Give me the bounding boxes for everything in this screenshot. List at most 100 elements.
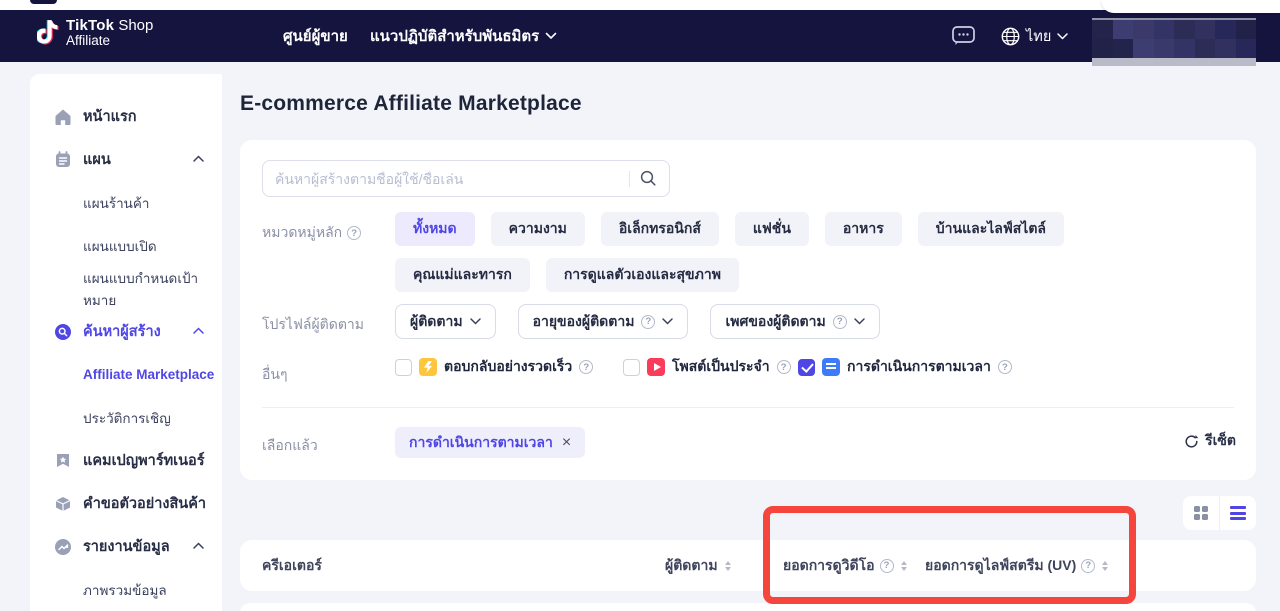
tiktok-shop-affiliate-logo[interactable]: TikTok Shop Affiliate bbox=[37, 18, 153, 48]
search-circle-icon bbox=[54, 323, 72, 341]
list-view-button[interactable] bbox=[1219, 496, 1256, 530]
others-label: อื่นๆ bbox=[262, 364, 288, 386]
help-icon[interactable]: ? bbox=[641, 315, 655, 329]
help-icon[interactable]: ? bbox=[833, 315, 847, 329]
language-selector[interactable]: ไทย bbox=[1001, 25, 1068, 48]
redacted-user-info-bar bbox=[1092, 58, 1256, 66]
regular-posts-checkbox[interactable] bbox=[623, 359, 640, 376]
sort-icon[interactable] bbox=[1102, 561, 1108, 571]
top-notch-fragment bbox=[30, 0, 57, 4]
column-followers[interactable]: ผู้ติดตาม bbox=[665, 540, 731, 591]
close-icon[interactable]: × bbox=[562, 435, 571, 451]
affiliate-marketplace-page: TikTok Shop Affiliate ศูนย์ผู้ขาย แนวปฏิ… bbox=[0, 0, 1280, 611]
nav-seller-center[interactable]: ศูนย์ผู้ขาย bbox=[283, 10, 348, 62]
category-chip-selfcare-health[interactable]: การดูแลตัวเองและสุขภาพ bbox=[546, 258, 739, 292]
help-icon[interactable]: ? bbox=[880, 559, 894, 573]
play-icon bbox=[647, 358, 665, 376]
chevron-up-icon bbox=[193, 542, 204, 549]
messages-icon[interactable] bbox=[952, 26, 975, 46]
follower-age-dropdown[interactable]: อายุของผู้ติดตาม ? bbox=[518, 304, 689, 339]
chevron-down-icon bbox=[545, 32, 557, 40]
logo-sub: Affiliate bbox=[66, 34, 153, 48]
creator-search-input[interactable] bbox=[275, 171, 619, 187]
search-divider bbox=[629, 171, 630, 187]
sidebar-item-affiliate-marketplace[interactable]: Affiliate Marketplace bbox=[30, 353, 222, 396]
topbar-right: ไทย bbox=[952, 10, 1068, 62]
quick-reply-checkbox[interactable] bbox=[395, 359, 412, 376]
page-title: E-commerce Affiliate Marketplace bbox=[240, 92, 582, 116]
view-toggle bbox=[1183, 496, 1256, 530]
chevron-down-icon bbox=[662, 318, 673, 325]
category-chip-beauty[interactable]: ความงาม bbox=[491, 212, 585, 246]
lightning-icon bbox=[419, 358, 437, 376]
help-icon[interactable]: ? bbox=[777, 360, 791, 374]
category-chip-food[interactable]: อาหาร bbox=[825, 212, 902, 246]
category-chip-home-lifestyle[interactable]: บ้านและไลฟ์สไตล์ bbox=[918, 212, 1064, 246]
sidebar-item-find-creators[interactable]: ค้นหาผู้สร้าง bbox=[30, 310, 222, 353]
timely-action-checkbox[interactable] bbox=[798, 359, 815, 376]
tiktok-note-icon bbox=[37, 18, 59, 48]
language-label: ไทย bbox=[1026, 25, 1051, 48]
filter-quick-reply[interactable]: ตอบกลับอย่างรวดเร็ว ? bbox=[395, 356, 593, 378]
sidebar-item-target-plan[interactable]: แผนแบบกำหนดเป้าหมาย bbox=[30, 267, 222, 310]
follower-profile-label: โปรไฟล์ผู้ติดตาม bbox=[262, 314, 364, 336]
selected-filter-tag: การดำเนินการตามเวลา × bbox=[395, 427, 585, 458]
document-icon bbox=[822, 358, 840, 376]
category-chip-mom-baby[interactable]: คุณแม่และทารก bbox=[395, 258, 530, 292]
help-icon[interactable]: ? bbox=[579, 360, 593, 374]
top-navbar: TikTok Shop Affiliate ศูนย์ผู้ขาย แนวปฏิ… bbox=[0, 10, 1280, 62]
help-icon[interactable]: ? bbox=[998, 360, 1012, 374]
home-icon bbox=[54, 108, 72, 126]
category-chip-list: ทั้งหมด ความงาม อิเล็กทรอนิกส์ แฟชั่น อา… bbox=[395, 212, 1120, 292]
category-filter-label: หมวดหมู่หลัก ? bbox=[262, 222, 361, 244]
selected-label: เลือกแล้ว bbox=[262, 435, 318, 457]
help-icon[interactable]: ? bbox=[1081, 559, 1095, 573]
chevron-up-icon bbox=[193, 155, 204, 162]
nav-partner-guidelines[interactable]: แนวปฏิบัติสำหรับพันธมิตร bbox=[370, 10, 557, 62]
sidebar-item-invitation-history[interactable]: ประวัติการเชิญ bbox=[30, 396, 222, 439]
creator-search-box[interactable] bbox=[262, 160, 670, 197]
sidebar-item-data-report[interactable]: รายงานข้อมูล bbox=[30, 525, 222, 568]
help-icon[interactable]: ? bbox=[347, 226, 361, 240]
globe-icon bbox=[1001, 27, 1020, 46]
filter-timely-action[interactable]: การดำเนินการตามเวลา ? bbox=[798, 356, 1012, 378]
grid-view-button[interactable] bbox=[1183, 496, 1219, 530]
followers-dropdown[interactable]: ผู้ติดตาม bbox=[395, 304, 496, 339]
overlay-tab bbox=[1101, 0, 1280, 13]
creator-table-header: ครีเอเตอร์ ผู้ติดตาม ยอดการดูวิดีโอ ? ยอ… bbox=[240, 540, 1256, 591]
reset-icon bbox=[1184, 434, 1199, 449]
sidebar-item-home[interactable]: หน้าแรก bbox=[30, 95, 222, 138]
creator-list-card-top bbox=[240, 603, 1256, 611]
logo-text: TikTok Shop Affiliate bbox=[66, 18, 153, 48]
sidebar-item-shop-plan[interactable]: แผนร้านค้า bbox=[30, 181, 222, 224]
box-icon bbox=[54, 495, 72, 513]
chevron-down-icon bbox=[854, 318, 865, 325]
logo-brand: TikTok bbox=[66, 17, 114, 34]
sidebar-item-partner-campaign[interactable]: แคมเปญพาร์ทเนอร์ bbox=[30, 439, 222, 482]
sidebar-item-open-plan[interactable]: แผนแบบเปิด bbox=[30, 224, 222, 267]
category-chip-fashion[interactable]: แฟชั่น bbox=[735, 212, 809, 246]
list-icon bbox=[1230, 506, 1246, 520]
chart-icon bbox=[54, 538, 72, 556]
browser-top-strip bbox=[0, 0, 1280, 10]
sort-icon[interactable] bbox=[901, 561, 907, 571]
grid-icon bbox=[1194, 506, 1208, 520]
column-creator: ครีเอเตอร์ bbox=[262, 540, 322, 591]
filter-regular-posts[interactable]: โพสต์เป็นประจำ ? bbox=[623, 356, 791, 378]
chevron-down-icon bbox=[470, 318, 481, 325]
follower-dropdowns: ผู้ติดตาม อายุของผู้ติดตาม ? เพศของผู้ติ… bbox=[395, 304, 880, 339]
plan-icon bbox=[54, 151, 72, 169]
sort-icon[interactable] bbox=[725, 561, 731, 571]
chevron-down-icon bbox=[1057, 33, 1068, 40]
column-livestream-views[interactable]: ยอดการดูไลฟ์สตรีม (UV) ? bbox=[925, 540, 1108, 591]
sidebar-item-sample-request[interactable]: คำขอตัวอย่างสินค้า bbox=[30, 482, 222, 525]
sidebar-item-data-overview[interactable]: ภาพรวมข้อมูล bbox=[30, 568, 222, 611]
category-chip-electronics[interactable]: อิเล็กทรอนิกส์ bbox=[601, 212, 719, 246]
category-chip-all[interactable]: ทั้งหมด bbox=[395, 212, 475, 246]
follower-gender-dropdown[interactable]: เพศของผู้ติดตาม ? bbox=[710, 304, 879, 339]
reset-button[interactable]: รีเซ็ต bbox=[1184, 430, 1236, 452]
column-video-views[interactable]: ยอดการดูวิดีโอ ? bbox=[783, 540, 907, 591]
search-icon[interactable] bbox=[640, 170, 657, 187]
sidebar-item-plan[interactable]: แผน bbox=[30, 138, 222, 181]
sidebar: หน้าแรก แผน แผนร้านค้า แผนแบบเปิด แผนแบบ… bbox=[30, 74, 222, 611]
